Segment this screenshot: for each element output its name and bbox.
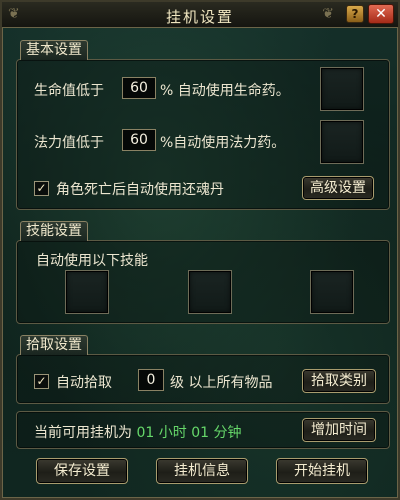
title-bar[interactable]: ❦ 挂机设置 ❦ ? ✕: [2, 2, 398, 28]
skill-slot-3[interactable]: [310, 270, 354, 314]
mp-potion-slot[interactable]: [320, 120, 364, 164]
auto-pickup-label: 自动拾取: [56, 375, 112, 391]
remaining-hours: 01: [136, 425, 155, 441]
mp-threshold-suffix: %自动使用法力药。: [160, 135, 286, 151]
tab-pickup-settings: 拾取设置: [20, 335, 88, 355]
hp-threshold-prefix: 生命值低于: [34, 83, 104, 99]
help-button[interactable]: ?: [346, 5, 364, 23]
advanced-settings-button[interactable]: 高级设置: [302, 176, 374, 200]
mp-threshold-input[interactable]: 60: [122, 129, 156, 151]
window-title: 挂机设置: [165, 8, 234, 26]
afk-info-button[interactable]: 挂机信息: [156, 458, 248, 484]
auto-pickup-checkbox[interactable]: ✓: [34, 374, 49, 389]
remaining-minutes: 01: [191, 425, 210, 441]
pickup-level-input[interactable]: 0: [138, 369, 164, 391]
tab-skill-settings: 技能设置: [20, 221, 88, 241]
mp-threshold-prefix: 法力值低于: [34, 135, 104, 151]
skill-slot-2[interactable]: [188, 270, 232, 314]
remaining-time-prefix: 当前可用挂机为: [34, 425, 132, 441]
pickup-category-button[interactable]: 拾取类别: [302, 369, 376, 393]
add-time-button[interactable]: 增加时间: [302, 418, 376, 442]
pickup-level-suffix: 级 以上所有物品: [170, 375, 273, 391]
close-button[interactable]: ✕: [368, 4, 394, 24]
start-afk-button[interactable]: 开始挂机: [276, 458, 368, 484]
hp-threshold-suffix: % 自动使用生命药。: [160, 83, 290, 99]
revive-label: 角色死亡后自动使用还魂丹: [56, 182, 224, 198]
tab-basic-settings: 基本设置: [20, 40, 88, 60]
auto-skill-label: 自动使用以下技能: [36, 253, 148, 269]
right-ornament-icon: ❦: [322, 6, 334, 22]
hp-potion-slot[interactable]: [320, 67, 364, 111]
minutes-unit: 分钟: [213, 425, 242, 441]
skill-slot-1[interactable]: [65, 270, 109, 314]
save-settings-button[interactable]: 保存设置: [36, 458, 128, 484]
remaining-time-label: 当前可用挂机为 01 小时 01 分钟: [34, 422, 241, 442]
revive-checkbox[interactable]: ✓: [34, 181, 49, 196]
hp-threshold-input[interactable]: 60: [122, 77, 156, 99]
hours-unit: 小时: [158, 425, 187, 441]
afk-settings-window: ❦ 挂机设置 ❦ ? ✕ 基本设置 生命值低于 60 % 自动使用生命药。 法力…: [0, 0, 400, 500]
